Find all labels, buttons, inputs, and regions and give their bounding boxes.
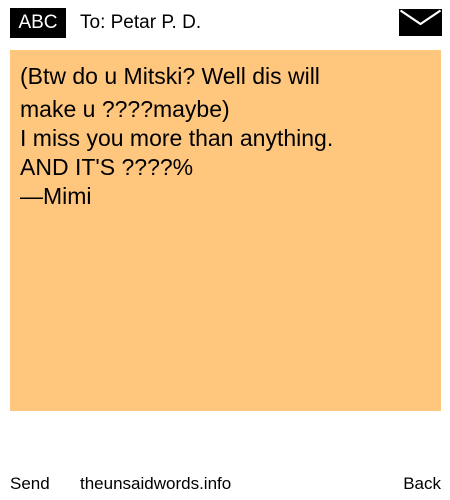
back-button[interactable]: Back bbox=[403, 470, 441, 498]
message-line: (Btw do u Mitski? Well dis will bbox=[20, 63, 320, 89]
softkey-bar: Send theunsaidwords.info Back bbox=[0, 470, 450, 498]
send-button[interactable]: Send bbox=[10, 470, 50, 498]
input-mode-badge[interactable]: ABC bbox=[10, 8, 66, 38]
message-signature: —Mimi bbox=[20, 183, 92, 209]
message-line: AND IT'S ????% bbox=[20, 154, 194, 180]
envelope-icon bbox=[399, 9, 442, 36]
recipient-label: To: Petar P. D. bbox=[80, 12, 202, 33]
message-header: ABC To: Petar P. D. bbox=[0, 0, 450, 46]
site-link[interactable]: theunsaidwords.info bbox=[80, 470, 231, 498]
message-body: (Btw do u Mitski? Well dis will make u ?… bbox=[10, 50, 441, 411]
message-line: make u ????maybe) bbox=[20, 96, 230, 122]
message-screen: ABC To: Petar P. D. (Btw do u Mitski? We… bbox=[0, 0, 450, 500]
message-line: I miss you more than anything. bbox=[20, 125, 334, 151]
